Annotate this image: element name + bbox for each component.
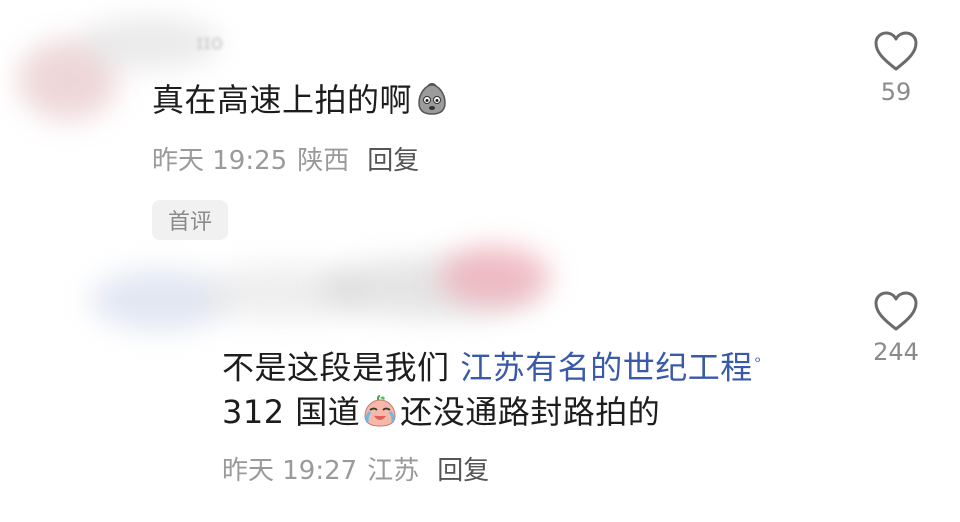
comment-location: 陕西 <box>297 146 350 176</box>
search-icon[interactable]: ᵒ <box>755 353 762 371</box>
comment-text: 不是这段是我们 江苏有名的世纪工程 ᵒ 312 国道 还没通路封路拍的 <box>222 340 822 434</box>
grimace-emoji-icon <box>418 83 446 115</box>
comment-meta: 昨天 19:27 江苏 回复 <box>222 450 499 487</box>
comment-text-part1: 不是这段是我们 <box>222 348 461 387</box>
like-count: 59 <box>880 78 912 106</box>
comment-time: 昨天 19:25 <box>152 146 288 176</box>
like-count: 244 <box>873 338 919 366</box>
reply-button[interactable]: 回复 <box>367 146 419 176</box>
comment-meta: 昨天 19:25 陕西 回复 <box>152 140 429 177</box>
first-comment-badge: 首评 <box>152 200 229 240</box>
search-link[interactable]: 江苏有名的世纪工程 <box>460 349 753 387</box>
crying-laughing-emoji-icon <box>364 394 396 427</box>
like-button[interactable]: 59 <box>856 30 936 106</box>
comment-text-content: 真在高速上拍的啊 <box>152 81 413 119</box>
comment-text-part3: 还没通路封路拍的 <box>400 392 661 431</box>
comment-text-part2: 312 国道 <box>222 392 361 431</box>
like-button[interactable]: 244 <box>856 290 936 366</box>
heart-icon[interactable] <box>873 290 919 332</box>
comment-text: 真在高速上拍的啊 <box>152 78 452 122</box>
username-blurred <box>440 246 550 306</box>
comment-time: 昨天 19:27 <box>222 456 358 486</box>
comment-location: 江苏 <box>367 456 420 486</box>
heart-icon[interactable] <box>873 30 919 72</box>
username[interactable]: ɪɪo <box>196 30 223 54</box>
reply-button[interactable]: 回复 <box>437 456 489 486</box>
